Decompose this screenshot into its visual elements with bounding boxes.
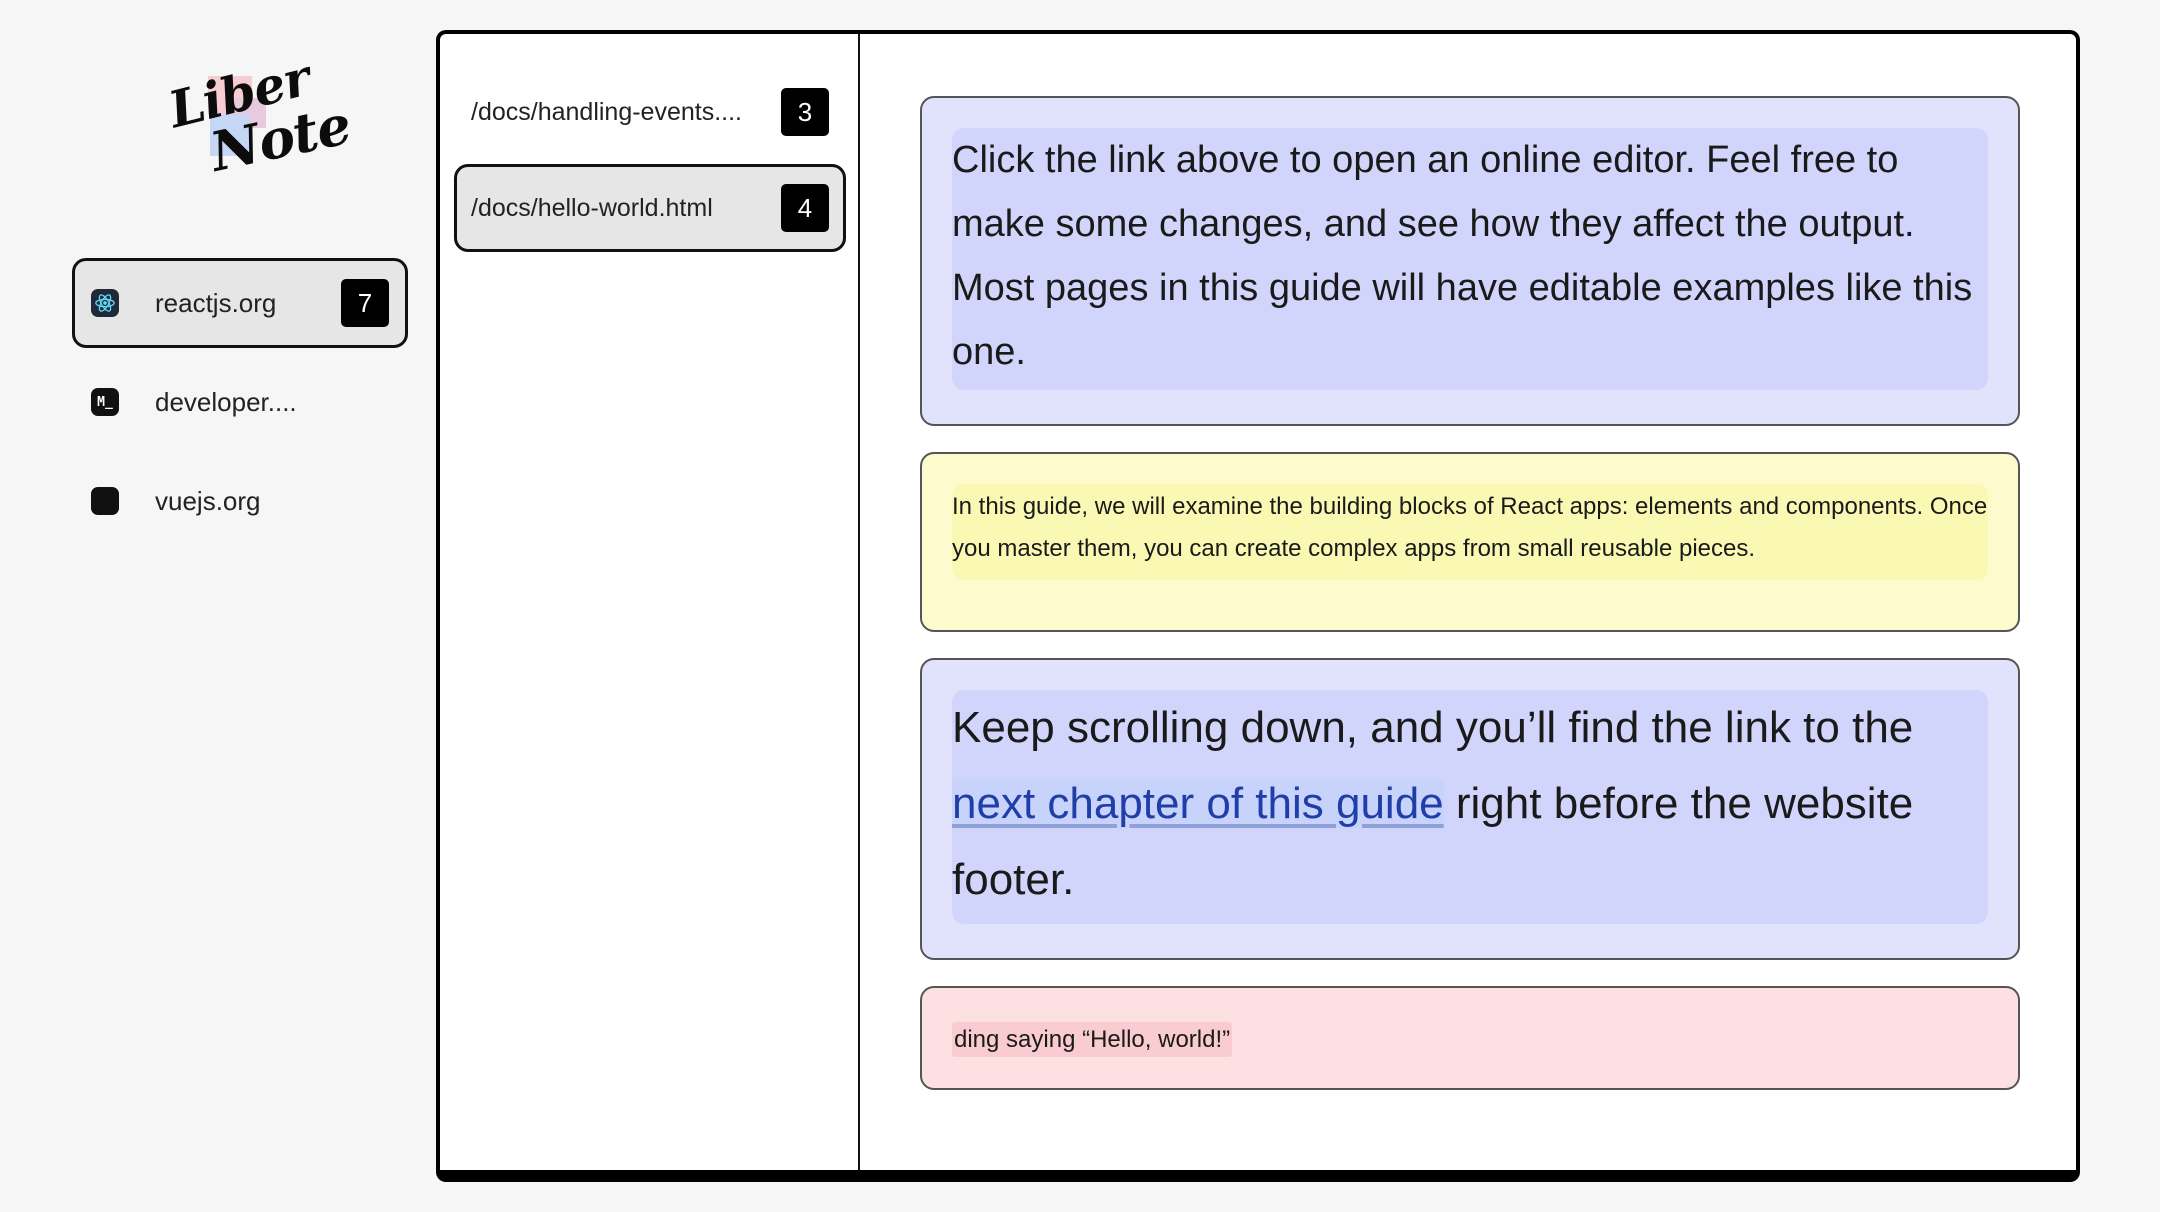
mdn-icon: M_ [91, 388, 119, 416]
highlight-note[interactable]: In this guide, we will examine the build… [920, 452, 2020, 632]
highlight-note[interactable]: ding saying “Hello, world!” [920, 986, 2020, 1090]
site-label: developer.... [155, 386, 297, 417]
site-item-reactjs[interactable]: reactjs.org 7 [72, 258, 408, 348]
highlight-note[interactable]: Keep scrolling down, and you’ll find the… [920, 658, 2020, 960]
page-label: /docs/handling-events.... [471, 97, 742, 126]
count-badge: 3 [781, 88, 829, 136]
react-icon [91, 289, 119, 317]
note-text: ding saying “Hello, world!” [952, 1022, 1233, 1057]
note-text-before: Keep scrolling down, and you’ll find the… [952, 703, 1914, 752]
highlight-note[interactable]: Click the link above to open an online e… [920, 96, 2020, 426]
page-list: /docs/handling-events.... 3 /docs/hello-… [440, 34, 860, 1170]
note-text-wrap: ding saying “Hello, world!” [952, 1022, 1988, 1058]
main-panel: /docs/handling-events.... 3 /docs/hello-… [436, 30, 2080, 1182]
site-label: reactjs.org [155, 287, 277, 318]
notes-list: Click the link above to open an online e… [860, 34, 2076, 1170]
note-text: Keep scrolling down, and you’ll find the… [952, 690, 1988, 924]
vue-icon [91, 487, 119, 515]
count-badge: 4 [781, 184, 829, 232]
note-text: In this guide, we will examine the build… [952, 484, 1988, 580]
count-badge: 7 [341, 279, 389, 327]
site-label: vuejs.org [155, 485, 261, 516]
note-link[interactable]: next chapter of this guide [952, 779, 1444, 828]
page-item-hello-world[interactable]: /docs/hello-world.html 4 [454, 164, 846, 252]
page-label: /docs/hello-world.html [471, 193, 713, 222]
page-item-handling-events[interactable]: /docs/handling-events.... 3 [454, 68, 846, 156]
note-text: Click the link above to open an online e… [952, 128, 1988, 390]
site-item-developer[interactable]: M_ developer.... [72, 357, 408, 447]
site-list: reactjs.org 7 M_ developer.... vuejs.org [72, 258, 408, 555]
site-item-vuejs[interactable]: vuejs.org [72, 456, 408, 546]
app-logo: Liber Note [160, 48, 356, 184]
